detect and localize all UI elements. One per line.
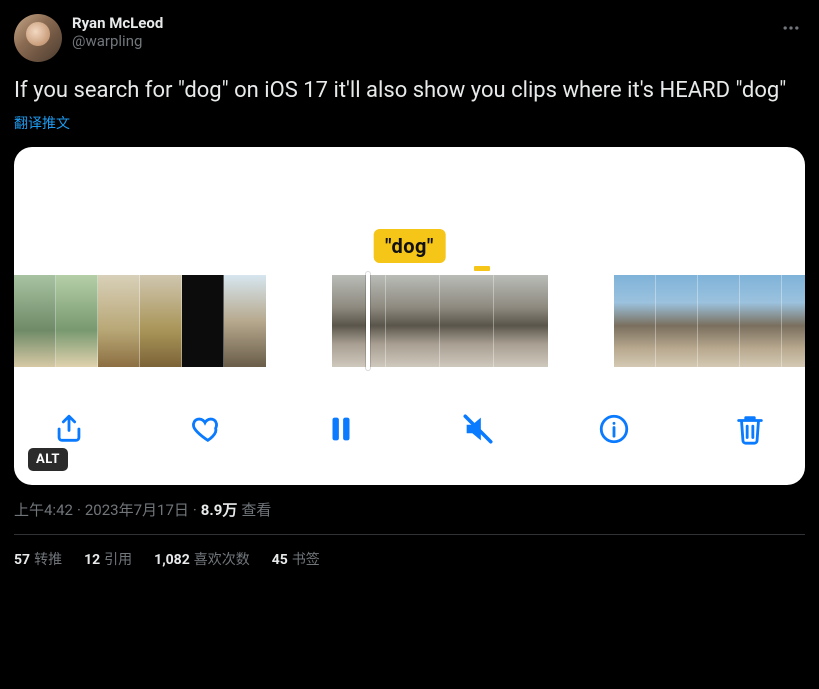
search-tag: "dog" bbox=[373, 229, 446, 263]
pause-icon bbox=[324, 412, 358, 446]
alt-badge[interactable]: ALT bbox=[28, 448, 68, 471]
handle[interactable]: @warpling bbox=[72, 32, 163, 50]
pause-button[interactable] bbox=[324, 412, 358, 446]
display-name[interactable]: Ryan McLeod bbox=[72, 14, 163, 32]
more-button[interactable] bbox=[777, 14, 805, 46]
clip-thumbnail[interactable] bbox=[740, 275, 782, 367]
mute-icon bbox=[461, 412, 495, 446]
clip-group[interactable] bbox=[614, 275, 805, 367]
clip-thumbnail[interactable] bbox=[386, 275, 440, 367]
tweet-date[interactable]: 2023年7月17日 bbox=[85, 499, 189, 520]
clip-thumbnail[interactable] bbox=[494, 275, 548, 367]
video-timeline[interactable] bbox=[14, 275, 805, 367]
info-icon bbox=[597, 412, 631, 446]
clip-thumbnail[interactable] bbox=[182, 275, 224, 367]
avatar[interactable] bbox=[14, 14, 62, 62]
tweet: Ryan McLeod @warpling If you search for … bbox=[14, 14, 805, 569]
clip-group[interactable] bbox=[332, 275, 548, 367]
clip-thumbnail[interactable] bbox=[14, 275, 56, 367]
delete-button[interactable] bbox=[733, 412, 767, 446]
playhead[interactable] bbox=[366, 272, 370, 370]
share-button[interactable] bbox=[52, 412, 86, 446]
timeline-marker bbox=[474, 266, 490, 271]
media-top: "dog" bbox=[14, 147, 805, 275]
clip-thumbnail[interactable] bbox=[98, 275, 140, 367]
tweet-meta: 上午4:42 · 2023年7月17日 · 8.9万 查看 bbox=[14, 499, 805, 520]
like-button[interactable] bbox=[188, 412, 222, 446]
heart-icon bbox=[188, 412, 222, 446]
views-label: 查看 bbox=[241, 499, 271, 520]
tweet-stats: 57转推 12引用 1,082喜欢次数 45书签 bbox=[14, 549, 805, 569]
trash-icon bbox=[733, 412, 767, 446]
tweet-header: Ryan McLeod @warpling bbox=[14, 14, 805, 62]
translate-link[interactable]: 翻译推文 bbox=[14, 113, 70, 133]
clip-thumbnail[interactable] bbox=[698, 275, 740, 367]
quotes-stat[interactable]: 12引用 bbox=[84, 549, 132, 569]
clip-thumbnail[interactable] bbox=[656, 275, 698, 367]
share-icon bbox=[52, 412, 86, 446]
views-count: 8.9万 bbox=[201, 499, 238, 520]
clip-thumbnail[interactable] bbox=[224, 275, 266, 367]
more-icon bbox=[781, 18, 801, 38]
media-card[interactable]: "dog" bbox=[14, 147, 805, 485]
likes-stat[interactable]: 1,082喜欢次数 bbox=[154, 549, 250, 569]
media-controls bbox=[14, 387, 805, 485]
mute-button[interactable] bbox=[461, 412, 495, 446]
info-button[interactable] bbox=[597, 412, 631, 446]
tweet-text: If you search for "dog" on iOS 17 it'll … bbox=[14, 76, 805, 105]
clip-thumbnail[interactable] bbox=[782, 275, 805, 367]
author-names: Ryan McLeod @warpling bbox=[72, 14, 163, 50]
clip-thumbnail[interactable] bbox=[614, 275, 656, 367]
clip-thumbnail[interactable] bbox=[332, 275, 386, 367]
divider bbox=[14, 534, 805, 535]
clip-thumbnail[interactable] bbox=[140, 275, 182, 367]
clip-thumbnail[interactable] bbox=[56, 275, 98, 367]
bookmarks-stat[interactable]: 45书签 bbox=[272, 549, 320, 569]
retweets-stat[interactable]: 57转推 bbox=[14, 549, 62, 569]
clip-group[interactable] bbox=[14, 275, 266, 367]
clip-thumbnail[interactable] bbox=[440, 275, 494, 367]
tweet-time[interactable]: 上午4:42 bbox=[14, 499, 73, 520]
